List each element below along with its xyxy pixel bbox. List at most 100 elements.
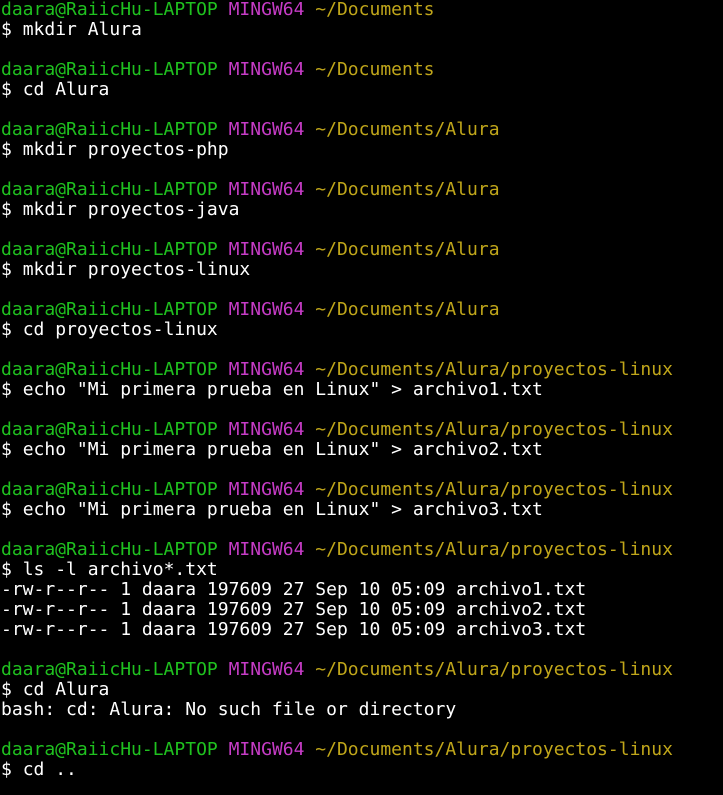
command-text: mkdir proyectos-linux	[22, 259, 251, 280]
command-text: cd Alura	[22, 679, 110, 700]
prompt-symbol: $	[1, 19, 12, 40]
prompt-symbol: $	[1, 319, 12, 340]
prompt-line: daara@RaiicHu-LAPTOP MINGW64 ~/Documents	[0, 0, 723, 20]
prompt-line: daara@RaiicHu-LAPTOP MINGW64 ~/Documents…	[0, 240, 723, 260]
prompt-host: MINGW64	[228, 299, 305, 320]
output-line: -rw-r--r-- 1 daara 197609 27 Sep 10 05:0…	[1, 579, 587, 600]
output-line: bash: cd: Alura: No such file or directo…	[1, 699, 457, 720]
prompt-user: daara@RaiicHu-LAPTOP	[1, 479, 218, 500]
prompt-host: MINGW64	[228, 539, 305, 560]
prompt-path: ~/Documents/Alura/proyectos-linux	[315, 419, 673, 440]
prompt-line: daara@RaiicHu-LAPTOP MINGW64 ~/Documents	[0, 60, 723, 80]
output-line: -rw-r--r-- 1 daara 197609 27 Sep 10 05:0…	[1, 599, 587, 620]
prompt-user: daara@RaiicHu-LAPTOP	[1, 359, 218, 380]
prompt-symbol: $	[1, 139, 12, 160]
output-line: -rw-r--r-- 1 daara 197609 27 Sep 10 05:0…	[1, 619, 587, 640]
prompt-host: MINGW64	[228, 0, 305, 20]
prompt-line: daara@RaiicHu-LAPTOP MINGW64 ~/Documents…	[0, 120, 723, 140]
prompt-line: daara@RaiicHu-LAPTOP MINGW64 ~/Documents…	[0, 360, 723, 380]
prompt-host: MINGW64	[228, 119, 305, 140]
prompt-line: daara@RaiicHu-LAPTOP MINGW64 ~/Documents…	[0, 480, 723, 500]
terminal-window[interactable]: daara@RaiicHu-LAPTOP MINGW64 ~/Documents…	[0, 0, 723, 795]
prompt-host: MINGW64	[228, 479, 305, 500]
prompt-path: ~/Documents/Alura	[315, 179, 500, 200]
command-text: ls -l archivo*.txt	[22, 559, 218, 580]
prompt-host: MINGW64	[228, 59, 305, 80]
prompt-symbol: $	[1, 79, 12, 100]
prompt-user: daara@RaiicHu-LAPTOP	[1, 239, 218, 260]
command-text: cd ..	[22, 759, 77, 780]
prompt-path: ~/Documents/Alura	[315, 119, 500, 140]
prompt-path: ~/Documents/Alura/proyectos-linux	[315, 659, 673, 680]
prompt-path: ~/Documents	[315, 59, 435, 80]
prompt-host: MINGW64	[228, 359, 305, 380]
prompt-user: daara@RaiicHu-LAPTOP	[1, 739, 218, 760]
prompt-path: ~/Documents	[315, 0, 435, 20]
prompt-line: daara@RaiicHu-LAPTOP MINGW64 ~/Documents…	[0, 420, 723, 440]
command-text: echo "Mi primera prueba en Linux" > arch…	[22, 439, 543, 460]
prompt-symbol: $	[1, 499, 12, 520]
command-line: $ mkdir proyectos-linux	[0, 260, 723, 280]
command-text: mkdir Alura	[22, 19, 142, 40]
command-line: $ cd ..	[0, 760, 723, 780]
command-line: $ ls -l archivo*.txt	[0, 560, 723, 580]
prompt-path: ~/Documents/Alura/proyectos-linux	[315, 739, 673, 760]
command-line: $ mkdir Alura	[0, 20, 723, 40]
prompt-path: ~/Documents/Alura/proyectos-linux	[315, 479, 673, 500]
command-line: $ echo "Mi primera prueba en Linux" > ar…	[0, 500, 723, 520]
prompt-user: daara@RaiicHu-LAPTOP	[1, 119, 218, 140]
command-text: echo "Mi primera prueba en Linux" > arch…	[22, 499, 543, 520]
prompt-user: daara@RaiicHu-LAPTOP	[1, 539, 218, 560]
command-text: cd Alura	[22, 79, 110, 100]
prompt-host: MINGW64	[228, 659, 305, 680]
prompt-line: daara@RaiicHu-LAPTOP MINGW64 ~/Documents…	[0, 660, 723, 680]
prompt-host: MINGW64	[228, 419, 305, 440]
prompt-line: daara@RaiicHu-LAPTOP MINGW64 ~/Documents…	[0, 180, 723, 200]
command-line: $ cd proyectos-linux	[0, 320, 723, 340]
prompt-user: daara@RaiicHu-LAPTOP	[1, 299, 218, 320]
prompt-symbol: $	[1, 759, 12, 780]
prompt-host: MINGW64	[228, 739, 305, 760]
prompt-path: ~/Documents/Alura/proyectos-linux	[315, 539, 673, 560]
prompt-line: daara@RaiicHu-LAPTOP MINGW64 ~/Documents…	[0, 740, 723, 760]
command-line: $ echo "Mi primera prueba en Linux" > ar…	[0, 440, 723, 460]
command-text: mkdir proyectos-java	[22, 199, 240, 220]
prompt-line: daara@RaiicHu-LAPTOP MINGW64 ~/Documents…	[0, 300, 723, 320]
prompt-line: daara@RaiicHu-LAPTOP MINGW64 ~/Documents…	[0, 540, 723, 560]
prompt-user: daara@RaiicHu-LAPTOP	[1, 0, 218, 20]
command-line: $ echo "Mi primera prueba en Linux" > ar…	[0, 380, 723, 400]
prompt-symbol: $	[1, 679, 12, 700]
command-text: echo "Mi primera prueba en Linux" > arch…	[22, 379, 543, 400]
prompt-user: daara@RaiicHu-LAPTOP	[1, 419, 218, 440]
prompt-host: MINGW64	[228, 179, 305, 200]
prompt-symbol: $	[1, 259, 12, 280]
command-line: $ mkdir proyectos-php	[0, 140, 723, 160]
prompt-path: ~/Documents/Alura	[315, 299, 500, 320]
prompt-path: ~/Documents/Alura/proyectos-linux	[315, 359, 673, 380]
prompt-symbol: $	[1, 199, 12, 220]
prompt-symbol: $	[1, 439, 12, 460]
prompt-user: daara@RaiicHu-LAPTOP	[1, 659, 218, 680]
prompt-path: ~/Documents/Alura	[315, 239, 500, 260]
command-line: $ cd Alura	[0, 680, 723, 700]
command-text: cd proyectos-linux	[22, 319, 218, 340]
command-text: mkdir proyectos-php	[22, 139, 229, 160]
prompt-host: MINGW64	[228, 239, 305, 260]
command-line: $ cd Alura	[0, 80, 723, 100]
prompt-symbol: $	[1, 559, 12, 580]
prompt-user: daara@RaiicHu-LAPTOP	[1, 179, 218, 200]
prompt-user: daara@RaiicHu-LAPTOP	[1, 59, 218, 80]
prompt-symbol: $	[1, 379, 12, 400]
command-line: $ mkdir proyectos-java	[0, 200, 723, 220]
